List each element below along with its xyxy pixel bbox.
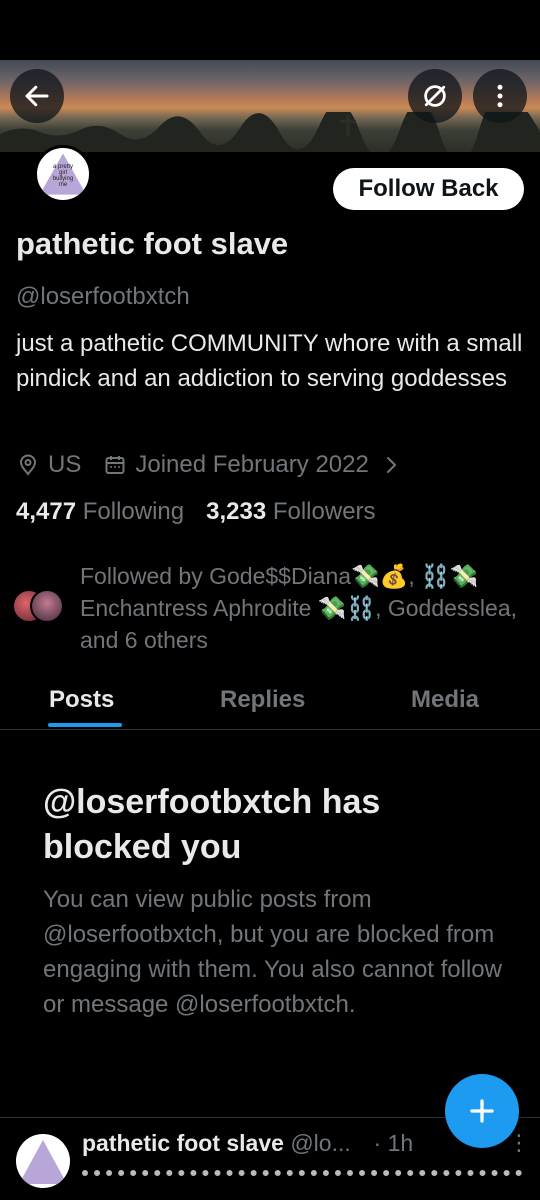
- chevron-right-icon[interactable]: [379, 453, 403, 477]
- followers-label: Followers: [266, 498, 376, 525]
- follow-counts: 4,477 Following 3,233 Followers: [16, 498, 376, 526]
- calendar-icon: [105, 456, 125, 474]
- profile-joined-date: Joined February 2022: [135, 451, 369, 478]
- profile-handle: @loserfootbxtch: [16, 283, 190, 310]
- back-button[interactable]: [10, 69, 64, 123]
- following-link[interactable]: 4,477 Following: [16, 498, 184, 526]
- tab-media[interactable]: Media: [411, 686, 479, 714]
- tab-replies[interactable]: Replies: [220, 686, 305, 714]
- profile-avatar[interactable]: a pretty girl bullying me: [34, 145, 92, 203]
- following-count: 4,477: [16, 498, 77, 525]
- profile-name: pathetic foot slave: [16, 226, 289, 261]
- profile-tabs: Posts Replies Media: [0, 676, 540, 730]
- follow-back-button[interactable]: Follow Back: [333, 168, 524, 210]
- followed-by-text[interactable]: Followed by Gode$$Diana💸💰, ⛓️💸 Enchantre…: [80, 560, 520, 656]
- post-separator: ·: [373, 1130, 382, 1156]
- blocked-notice-title: @loserfootbxtch has blocked you: [43, 783, 381, 866]
- status-bar: [0, 0, 540, 60]
- followed-by-avatars: [12, 589, 64, 623]
- avatar-caption: a pretty girl bullying me: [52, 164, 74, 188]
- profile-banner: [0, 60, 540, 152]
- location-pin-icon: [19, 454, 37, 476]
- banner-tree-line: [0, 112, 540, 152]
- tab-posts[interactable]: Posts: [49, 686, 114, 714]
- post-author-handle: @lo...: [290, 1130, 351, 1156]
- compose-button[interactable]: [445, 1074, 519, 1148]
- following-label: Following: [76, 498, 185, 525]
- blocked-notice-text: You can view public posts from @loserfoo…: [43, 886, 502, 1018]
- arrow-left-icon: [25, 85, 49, 107]
- active-tab-indicator: [48, 723, 122, 727]
- post-header: pathetic foot slave @lo... · 1h: [82, 1130, 413, 1157]
- post-author-name: pathetic foot slave: [82, 1130, 284, 1156]
- more-vertical-icon: [497, 84, 503, 108]
- post-text-preview: [82, 1166, 522, 1176]
- followers-link[interactable]: 3,233 Followers: [206, 498, 375, 526]
- followers-count: 3,233: [206, 498, 267, 525]
- profile-meta: US Joined February 2022: [16, 449, 403, 481]
- plus-icon: [470, 1099, 494, 1123]
- avatar-triangle-icon: [19, 1140, 67, 1184]
- hide-profile-button[interactable]: [408, 69, 462, 123]
- post-more-icon[interactable]: ⋮: [508, 1130, 530, 1156]
- post-time: 1h: [387, 1130, 414, 1156]
- more-options-button[interactable]: [473, 69, 527, 123]
- eye-slash-icon: [424, 85, 446, 107]
- post-avatar[interactable]: [16, 1134, 70, 1188]
- profile-bio: just a pathetic COMMUNITY whore with a s…: [16, 330, 523, 392]
- profile-location: US: [48, 451, 82, 478]
- follower-avatar: [30, 589, 64, 623]
